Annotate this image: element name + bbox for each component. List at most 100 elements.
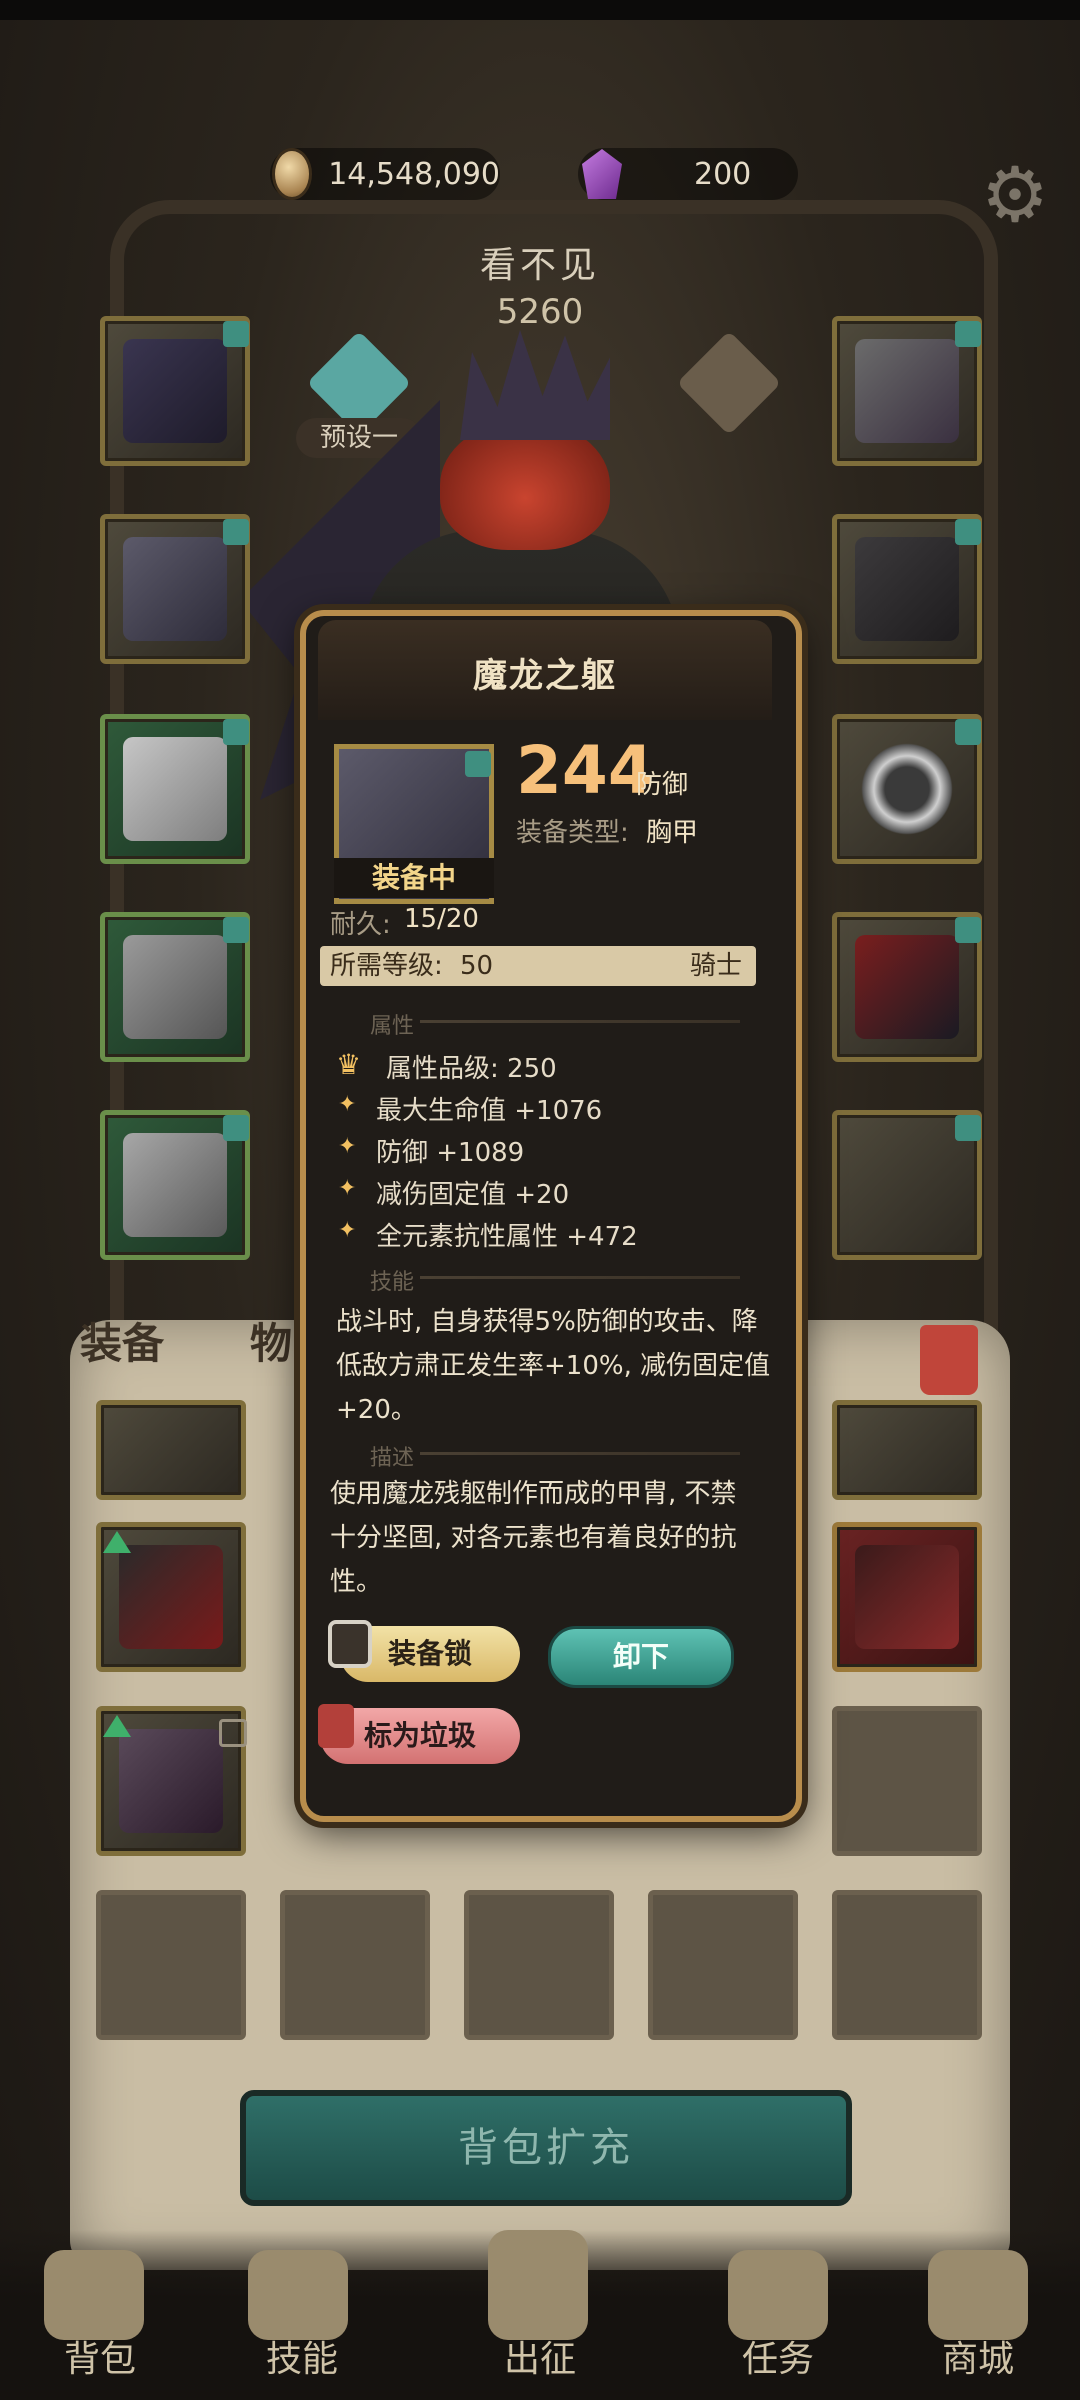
nav-backpack[interactable]: 背包: [40, 2330, 160, 2382]
main-stat-name: 防御: [636, 770, 689, 800]
lock-icon: [219, 1719, 247, 1747]
helmet-icon: [123, 339, 227, 443]
inventory-slot-empty[interactable]: [464, 1890, 614, 2040]
nav-shop[interactable]: 商城: [918, 2330, 1038, 2382]
upgrade-arrow-icon: [103, 1531, 131, 1553]
equip-slot-weapon[interactable]: [832, 912, 982, 1062]
inventory-slot-empty[interactable]: [96, 1890, 246, 2040]
chain-bracelet-icon: [855, 537, 959, 641]
slot-badge: [223, 719, 249, 745]
slot-badge: [955, 321, 981, 347]
main-stat-value: 244: [516, 732, 654, 809]
slot-badge: [955, 719, 981, 745]
equip-slot-bracelet[interactable]: [832, 514, 982, 664]
star-icon: ✦: [338, 1218, 357, 1243]
equip-slot-helmet[interactable]: [100, 316, 250, 466]
attribute-line: 防御 +1089: [376, 1138, 525, 1168]
inventory-slot-empty[interactable]: [832, 1890, 982, 2040]
slot-badge: [955, 917, 981, 943]
amulet-icon: [855, 339, 959, 443]
attribute-line: 最大生命值 +1076: [376, 1096, 603, 1126]
equip-slot-necklace[interactable]: [832, 316, 982, 466]
trash-icon[interactable]: [920, 1325, 978, 1395]
upgrade-arrow-icon: [103, 1715, 131, 1737]
inventory-slot-empty[interactable]: [280, 1890, 430, 2040]
required-level-bar: 所需等级: 50 骑士: [320, 946, 756, 986]
inventory-slot[interactable]: [832, 1522, 982, 1672]
divider: [420, 1276, 740, 1279]
type-label: 装备类型:: [516, 818, 629, 848]
slot-badge: [955, 1115, 981, 1141]
star-icon: ✦: [338, 1092, 357, 1117]
bag-expand-button[interactable]: 背包扩充: [240, 2090, 852, 2206]
slot-badge: [223, 519, 249, 545]
inventory-slot[interactable]: [832, 1400, 982, 1500]
type-value: 胸甲: [646, 818, 699, 848]
dark-sword-icon: [855, 1545, 959, 1649]
section-attributes: 属性: [370, 1014, 415, 1039]
attribute-line: 减伤固定值 +20: [376, 1180, 570, 1210]
slot-badge: [955, 519, 981, 545]
boots-icon: [123, 1133, 227, 1237]
expedition-sword-icon: [488, 2230, 588, 2340]
inventory-slot-empty[interactable]: [648, 1890, 798, 2040]
section-skill: 技能: [370, 1270, 415, 1295]
gem-counter: 200: [578, 148, 798, 200]
skill-text: 低敌方肃正发生率+10%, 减伤固定值: [336, 1351, 771, 1381]
equip-slot-boots[interactable]: [100, 1110, 250, 1260]
skills-book-icon: [248, 2250, 348, 2340]
class-name: 骑士: [689, 951, 742, 981]
status-bar: [0, 0, 1080, 20]
equip-slot-offhand[interactable]: [832, 1110, 982, 1260]
coin-amount: 14,548,090: [328, 156, 500, 192]
section-description: 描述: [370, 1446, 415, 1471]
leg-armor-icon: [123, 935, 227, 1039]
skill-text: 战斗时, 自身获得5%防御的攻击、降: [336, 1307, 758, 1337]
unequip-button[interactable]: 卸下: [548, 1626, 734, 1688]
gem-amount: 200: [694, 156, 752, 192]
tab-equipment[interactable]: 装备: [80, 1310, 164, 1371]
hero-power: 5260: [496, 292, 584, 332]
description-text: 性。: [330, 1567, 383, 1597]
slot-badge: [223, 1115, 249, 1141]
coin-icon: [272, 148, 313, 200]
inventory-slot[interactable]: [96, 1400, 246, 1500]
quest-scroll-icon: [728, 2250, 828, 2340]
nav-skills[interactable]: 技能: [242, 2330, 362, 2382]
blade-icon: [119, 1545, 223, 1649]
equip-slot-legs[interactable]: [100, 912, 250, 1062]
equip-slot-chest[interactable]: [100, 514, 250, 664]
settings-gear-icon[interactable]: ⚙: [975, 155, 1055, 235]
durability-label: 耐久:: [330, 910, 391, 940]
description-text: 使用魔龙残躯制作而成的甲胄, 不禁: [330, 1479, 737, 1509]
slot-badge: [223, 917, 249, 943]
item-title: 魔龙之躯: [473, 656, 617, 696]
gauntlet-icon: [123, 737, 227, 841]
required-level-value: 50: [460, 951, 494, 981]
star-icon: ✦: [338, 1176, 357, 1201]
inventory-slot[interactable]: [96, 1706, 247, 1856]
nav-expedition[interactable]: 出征: [480, 2330, 600, 2382]
required-level-label: 所需等级:: [330, 951, 443, 981]
junk-bag-icon: [318, 1704, 354, 1748]
equip-slot-gloves[interactable]: [100, 714, 250, 864]
nav-quests[interactable]: 任务: [718, 2330, 838, 2382]
attribute-line: 全元素抗性属性 +472: [376, 1222, 638, 1252]
description-text: 十分坚固, 对各元素也有着良好的抗: [330, 1523, 737, 1553]
equip-slot-ring[interactable]: [832, 714, 982, 864]
durability-value: 15/20: [404, 904, 479, 934]
inventory-slot-empty[interactable]: [832, 1706, 982, 1856]
star-icon: ✦: [338, 1134, 357, 1159]
backpack-icon: [44, 2250, 144, 2340]
slot-badge: [465, 751, 491, 777]
equipped-label: 装备中: [334, 858, 494, 898]
skill-text: +20。: [336, 1395, 417, 1425]
inventory-slot[interactable]: [96, 1522, 246, 1672]
attribute-line: 属性品级: 250: [386, 1054, 557, 1084]
shop-crown-icon: [928, 2250, 1028, 2340]
chest-armor-icon: [123, 537, 227, 641]
sword-icon: [855, 935, 959, 1039]
divider: [420, 1452, 740, 1455]
divider: [420, 1020, 740, 1023]
lock-icon: [328, 1620, 372, 1668]
